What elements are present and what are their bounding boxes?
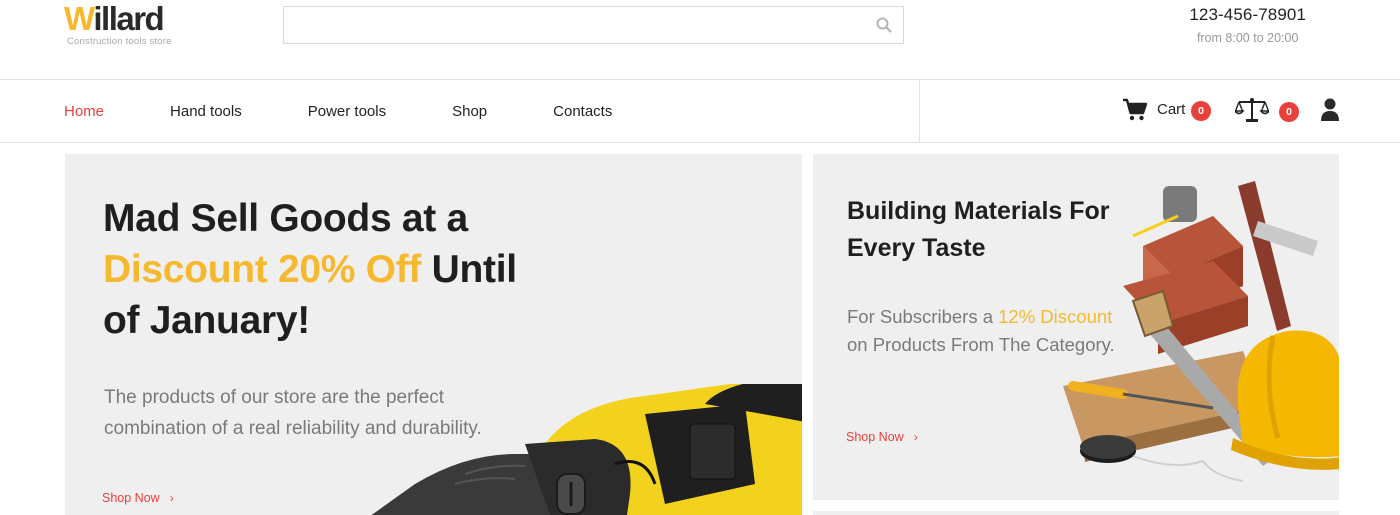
- hero-title-line2-rest: Until: [421, 248, 517, 291]
- contact-block: 123-456-78901 from 8:00 to 20:00: [1189, 5, 1306, 45]
- logo[interactable]: Willard Construction tools store: [64, 2, 172, 48]
- drill-image: [371, 384, 802, 515]
- hero-shop-now-label: Shop Now: [102, 491, 160, 505]
- logo-letter-w: W: [64, 0, 95, 37]
- account-button[interactable]: [1320, 98, 1340, 122]
- compare-count-badge: 0: [1279, 102, 1299, 122]
- hero-title-line1: Mad Sell Goods at a: [103, 197, 468, 240]
- logo-tagline: Construction tools store: [67, 36, 172, 47]
- nav-item-power-tools[interactable]: Power tools: [308, 103, 386, 120]
- chevron-right-icon: ›: [169, 491, 174, 505]
- nav-item-home[interactable]: Home: [64, 103, 104, 120]
- hero-banner[interactable]: Mad Sell Goods at a Discount 20% Off Unt…: [65, 154, 802, 515]
- nav-divider: [919, 80, 920, 142]
- cart-button[interactable]: [1122, 98, 1148, 122]
- hero-shop-now-link[interactable]: Shop Now ›: [102, 491, 174, 505]
- hero-title: Mad Sell Goods at a Discount 20% Off Unt…: [103, 193, 517, 346]
- search-input[interactable]: [284, 7, 854, 43]
- search-icon: [876, 17, 892, 33]
- hero-title-line3: of January!: [103, 299, 310, 342]
- logo-wordmark-rest: illard: [93, 0, 164, 37]
- nav-item-shop[interactable]: Shop: [452, 103, 487, 120]
- nav-item-hand-tools[interactable]: Hand tools: [170, 103, 242, 120]
- cart-label[interactable]: Cart: [1157, 101, 1185, 118]
- cart-count-badge: 0: [1191, 101, 1211, 121]
- logo-wordmark: Willard: [64, 2, 172, 36]
- nav-menu: Home Hand tools Power tools Shop Contact…: [64, 80, 678, 142]
- user-icon: [1321, 98, 1339, 121]
- hero-title-accent: Discount 20% Off: [103, 248, 422, 291]
- secondary-promo-banner[interactable]: [813, 511, 1339, 515]
- compare-button[interactable]: [1233, 97, 1271, 123]
- chevron-right-icon: ›: [913, 430, 918, 444]
- main-nav: Home Hand tools Power tools Shop Contact…: [0, 80, 1400, 143]
- promo-banner[interactable]: Building Materials For Every Taste For S…: [813, 154, 1339, 500]
- scales-icon: [1233, 98, 1271, 122]
- construction-tools-image: [1063, 181, 1339, 482]
- cart-icon: [1123, 98, 1148, 121]
- promo-shop-now-link[interactable]: Shop Now ›: [846, 430, 918, 444]
- promo-shop-now-label: Shop Now: [846, 430, 904, 444]
- nav-item-contacts[interactable]: Contacts: [553, 103, 612, 120]
- promo-title-line2: Every Taste: [847, 234, 986, 262]
- phone-number[interactable]: 123-456-78901: [1189, 5, 1306, 25]
- working-hours: from 8:00 to 20:00: [1196, 31, 1299, 45]
- search-button[interactable]: [875, 16, 893, 34]
- search-box: [283, 6, 904, 44]
- header-top: Willard Construction tools store 123-456…: [0, 0, 1400, 80]
- promo-text-before: For Subscribers a: [847, 306, 999, 327]
